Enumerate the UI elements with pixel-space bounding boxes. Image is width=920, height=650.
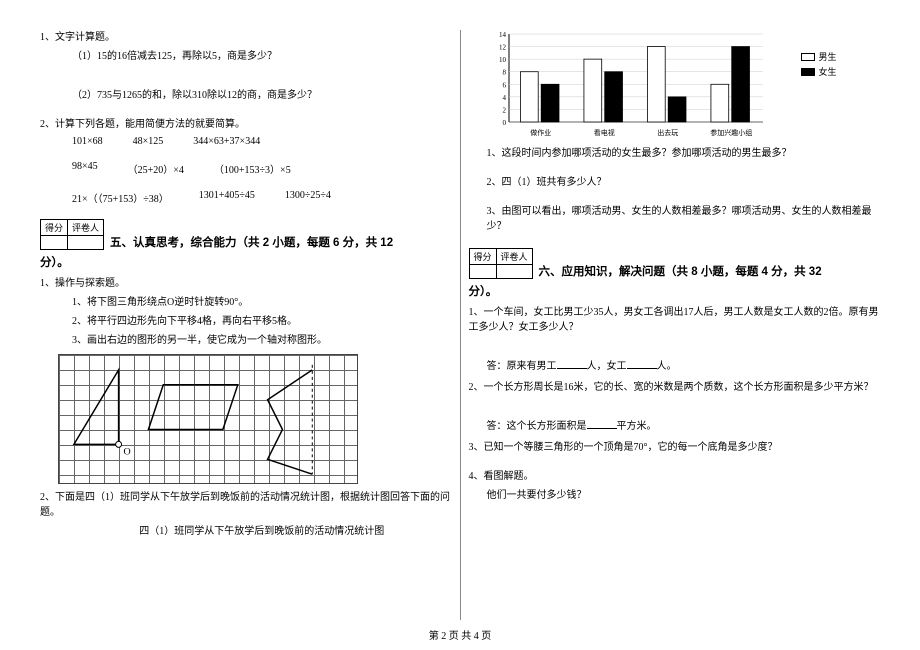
section-6-title-cont: 分）。 bbox=[469, 283, 881, 299]
right-column: 0 2 4 6 8 10 12 14 做作业 看电视 出去玩 参加兴趣小组 男生 女生 1、这段时间内… bbox=[469, 30, 881, 620]
legend-girl: 女生 bbox=[818, 65, 836, 78]
grid-figure: O bbox=[58, 354, 358, 484]
section-5-head: 得分 评卷人 五、认真思考，综合能力（共 2 小题，每题 6 分，共 12 bbox=[40, 219, 452, 250]
svg-text:2: 2 bbox=[502, 106, 506, 114]
w1-ans-prefix: 答：原来有男工 bbox=[487, 361, 557, 372]
svg-text:做作业: 做作业 bbox=[530, 128, 551, 137]
score-label: 得分 bbox=[469, 249, 496, 265]
blank-field[interactable] bbox=[587, 419, 617, 429]
expr: （100+153÷3）×5 bbox=[214, 161, 291, 176]
p1-a: 1、将下图三角形绕点O逆时针旋转90°。 bbox=[40, 295, 452, 310]
w1-ans-mid: 人，女工 bbox=[587, 361, 627, 372]
expr: 1301+405÷45 bbox=[199, 190, 255, 205]
expr: （25+20）×4 bbox=[128, 161, 184, 176]
expr: 1300÷25÷4 bbox=[285, 190, 331, 205]
score-label: 得分 bbox=[41, 220, 68, 236]
section-5-title-cont: 分）。 bbox=[40, 254, 452, 270]
legend-boy: 男生 bbox=[818, 50, 836, 63]
w2-ans-suffix: 平方米。 bbox=[617, 421, 657, 432]
svg-text:O: O bbox=[124, 446, 131, 457]
svg-text:12: 12 bbox=[499, 44, 507, 52]
w4-a: 4、看图解题。 bbox=[469, 469, 881, 484]
q2-row2: 98×45 （25+20）×4 （100+153÷3）×5 bbox=[40, 161, 452, 176]
svg-text:8: 8 bbox=[502, 69, 506, 77]
expr: 101×68 bbox=[72, 136, 103, 147]
svg-text:出去玩: 出去玩 bbox=[657, 128, 678, 137]
q2-row1: 101×68 48×125 344×63+37×344 bbox=[40, 136, 452, 147]
bar-chart: 02468101214做作业看电视出去玩参加兴趣小组 男生 女生 bbox=[487, 30, 767, 140]
svg-text:0: 0 bbox=[502, 119, 506, 127]
svg-text:10: 10 bbox=[499, 56, 507, 64]
blank-field[interactable] bbox=[627, 359, 657, 369]
w2-ans-prefix: 答：这个长方形面积是 bbox=[487, 421, 587, 432]
expr: 344×63+37×344 bbox=[193, 136, 260, 147]
p2-caption: 四（1）班同学从下午放学后到晚饭前的活动情况统计图 bbox=[40, 524, 452, 539]
grader-label: 评卷人 bbox=[496, 249, 532, 265]
q2-row3: 21×（（75+153）÷38） 1301+405÷45 1300÷25÷4 bbox=[40, 190, 452, 205]
q1-head: 1、文字计算题。 bbox=[40, 30, 452, 45]
w2: 2、一个长方形周长是16米，它的长、宽的米数是两个质数，这个长方形面积是多少平方… bbox=[469, 380, 881, 395]
section-6-title: 六、应用知识，解决问题（共 8 小题，每题 4 分，共 32 bbox=[539, 263, 822, 279]
svg-text:4: 4 bbox=[502, 94, 506, 102]
section-6-head: 得分 评卷人 六、应用知识，解决问题（共 8 小题，每题 4 分，共 32 bbox=[469, 248, 881, 279]
w1-answer: 答：原来有男工 人，女工 人。 bbox=[469, 359, 881, 374]
chart-legend: 男生 女生 bbox=[801, 50, 836, 80]
rq1: 1、这段时间内参加哪项活动的女生最多？参加哪项活动的男生最多？ bbox=[469, 146, 881, 161]
column-divider bbox=[460, 30, 461, 620]
p1-c: 3、画出右边的图形的另一半，使它成为一个轴对称图形。 bbox=[40, 333, 452, 348]
score-table: 得分 评卷人 bbox=[469, 248, 533, 279]
q2-head: 2、计算下列各题，能用简便方法的就要简算。 bbox=[40, 117, 452, 132]
swatch-girl-icon bbox=[801, 68, 815, 76]
left-column: 1、文字计算题。 （1）15的16倍减去125，再除以5，商是多少？ （2）73… bbox=[40, 30, 452, 620]
svg-text:看电视: 看电视 bbox=[593, 128, 614, 137]
w3: 3、已知一个等腰三角形的一个顶角是70°，它的每一个底角是多少度？ bbox=[469, 440, 881, 455]
w2-answer: 答：这个长方形面积是 平方米。 bbox=[469, 419, 881, 434]
swatch-boy-icon bbox=[801, 53, 815, 61]
w1: 1、一个车间，女工比男工少35人，男女工各调出17人后，男工人数是女工人数的2倍… bbox=[469, 305, 881, 335]
expr: 21×（（75+153）÷38） bbox=[72, 190, 169, 205]
page-footer: 第 2 页 共 4 页 bbox=[0, 627, 920, 642]
section-5-title: 五、认真思考，综合能力（共 2 小题，每题 6 分，共 12 bbox=[110, 234, 393, 250]
svg-text:参加兴趣小组: 参加兴趣小组 bbox=[710, 128, 752, 137]
q1-sub-a: （1）15的16倍减去125，再除以5，商是多少？ bbox=[40, 49, 452, 64]
rq2: 2、四（1）班共有多少人？ bbox=[469, 175, 881, 190]
p1-head: 1、操作与探索题。 bbox=[40, 276, 452, 291]
expr: 48×125 bbox=[133, 136, 164, 147]
grader-label: 评卷人 bbox=[68, 220, 104, 236]
w1-ans-suffix: 人。 bbox=[657, 361, 677, 372]
p2-head: 2、下面是四（1）班同学从下午放学后到晚饭前的活动情况统计图，根据统计图回答下面… bbox=[40, 490, 452, 520]
p1-b: 2、将平行四边形先向下平移4格，再向右平移5格。 bbox=[40, 314, 452, 329]
blank-field[interactable] bbox=[557, 359, 587, 369]
rq3: 3、由图可以看出，哪项活动男、女生的人数相差最多？哪项活动男、女生的人数相差最少… bbox=[469, 204, 881, 234]
expr: 98×45 bbox=[72, 161, 98, 176]
w4-b: 他们一共要付多少钱？ bbox=[469, 488, 881, 503]
score-table: 得分 评卷人 bbox=[40, 219, 104, 250]
svg-text:6: 6 bbox=[502, 81, 506, 89]
svg-text:14: 14 bbox=[499, 31, 507, 39]
q1-sub-b: （2）735与1265的和，除以310除以12的商，商是多少？ bbox=[40, 88, 452, 103]
